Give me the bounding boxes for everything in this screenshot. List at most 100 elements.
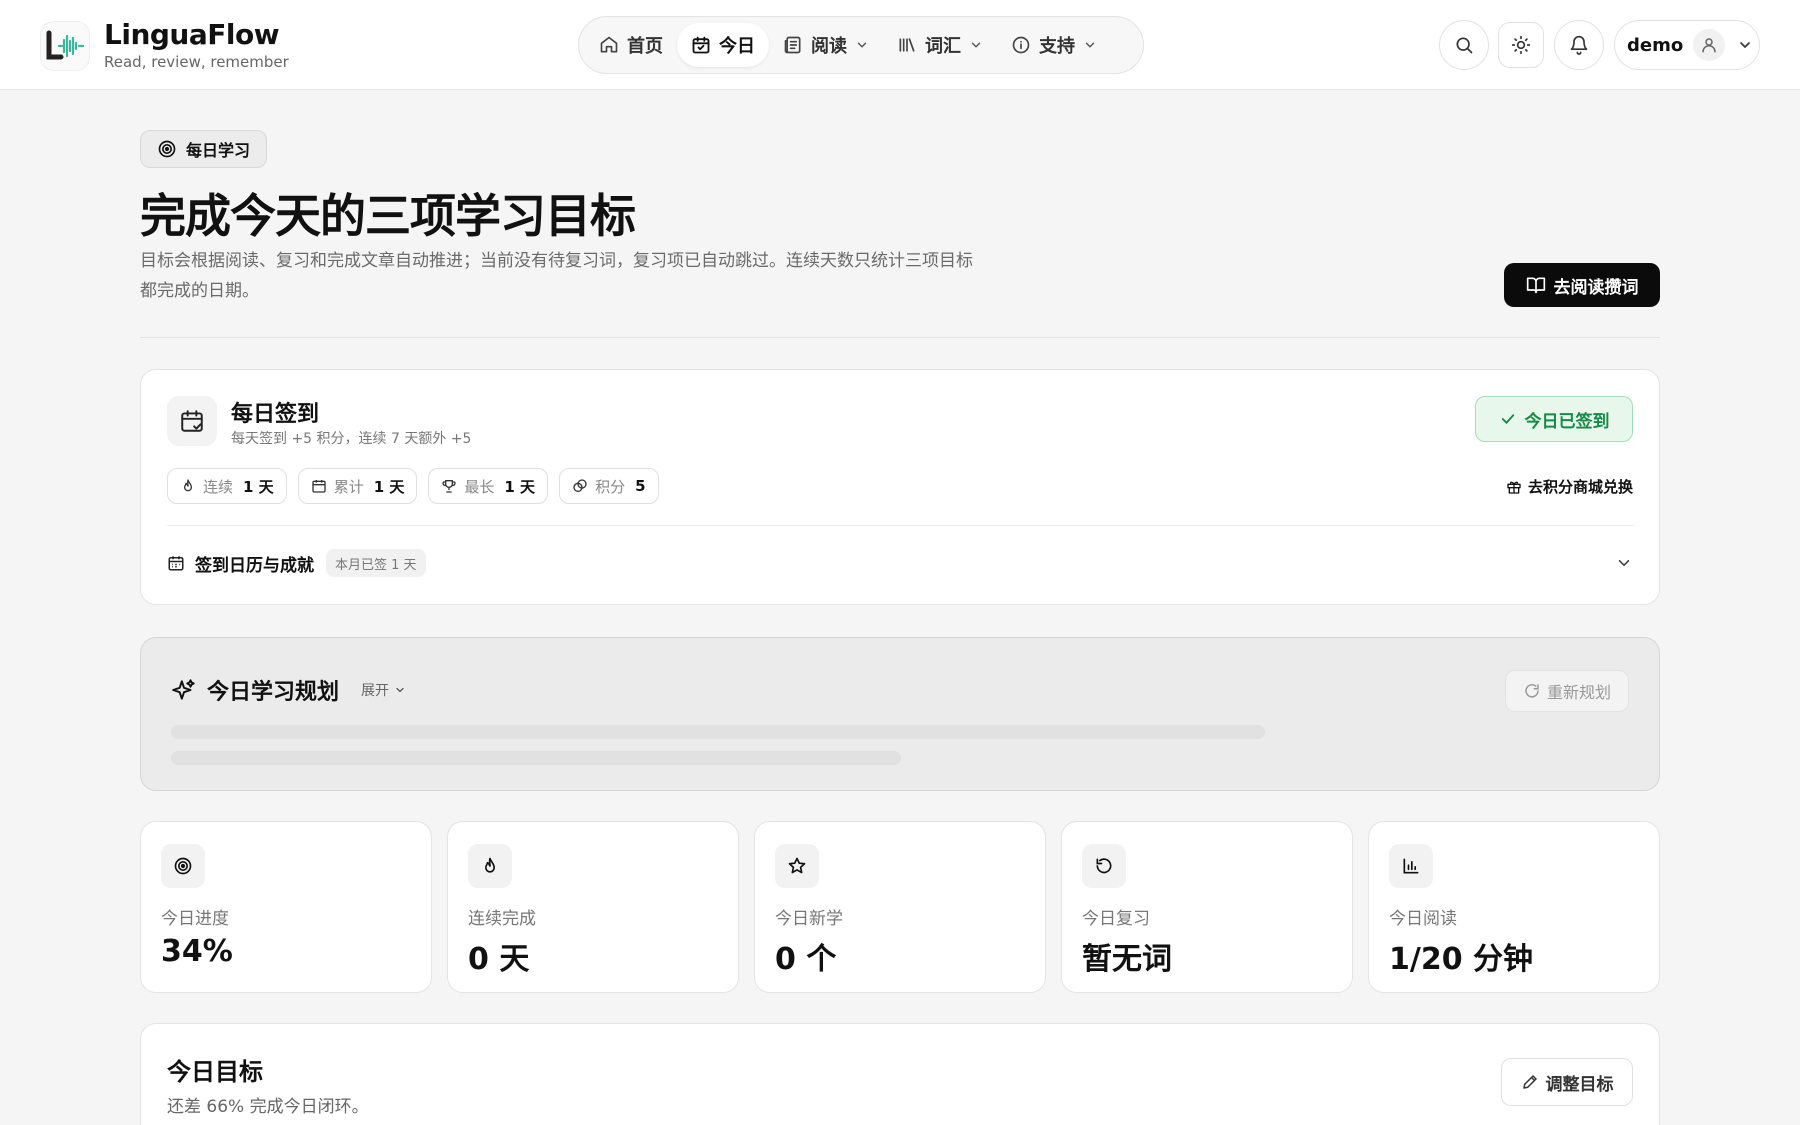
goal-title: 今日目标 xyxy=(167,1058,263,1086)
stat-card-new-words: 今日新学 0 个 xyxy=(754,821,1046,993)
avatar xyxy=(1693,29,1726,61)
stat-label: 今日复习 xyxy=(1082,909,1150,929)
nav-home[interactable]: 首页 xyxy=(585,23,677,67)
stat-label: 连续完成 xyxy=(468,909,536,929)
bar-chart-icon xyxy=(1403,858,1419,874)
checkin-divider xyxy=(167,525,1635,526)
checkin-subtitle: 每天签到 +5 积分，连续 7 天额外 +5 xyxy=(231,431,472,447)
loading-skeleton-line xyxy=(171,751,901,765)
sun-icon xyxy=(1511,35,1531,55)
checkin-icon-box xyxy=(167,396,217,446)
nav-reading[interactable]: 阅读 xyxy=(769,23,883,67)
stat-card-progress: 今日进度 34% xyxy=(140,821,432,993)
page-title: 完成今天的三项学习目标 xyxy=(140,189,636,243)
stat-icon-box xyxy=(161,844,205,888)
stat-value: 0 天 xyxy=(468,942,530,977)
library-icon xyxy=(899,38,915,52)
nav-support[interactable]: 支持 xyxy=(997,23,1111,67)
bell-icon xyxy=(1570,35,1588,55)
theme-toggle-button[interactable] xyxy=(1498,22,1544,68)
stat-label: 今日新学 xyxy=(775,909,843,929)
plan-expand-button[interactable]: 展开 xyxy=(353,676,414,704)
chip-value: 5 xyxy=(635,477,646,495)
calendar-achievements-toggle[interactable]: 签到日历与成就 本月已签 1 天 xyxy=(167,548,1635,578)
streak-chip: 连续 1 天 xyxy=(167,468,287,504)
adjust-goal-button[interactable]: 调整目标 xyxy=(1501,1058,1633,1106)
goal-subtitle: 还差 66% 完成今日闭环。 xyxy=(167,1097,369,1117)
checkin-card: 每日签到 每天签到 +5 积分，连续 7 天额外 +5 今日已签到 连续 1 天… xyxy=(140,369,1660,605)
go-read-label: 去阅读攒词 xyxy=(1553,277,1639,298)
points-chip: 积分 5 xyxy=(559,468,659,504)
chip-label: 连续 xyxy=(203,477,234,496)
chevron-down-icon xyxy=(1618,560,1630,567)
study-plan-card: 今日学习规划 展开 重新规划 xyxy=(140,637,1660,791)
checkin-title: 每日签到 xyxy=(231,402,320,427)
today-goal-card: 今日目标 还差 66% 完成今日闭环。 调整目标 xyxy=(140,1023,1660,1125)
brand[interactable]: LinguaFlow Read, review, remember xyxy=(40,20,289,71)
flame-icon xyxy=(184,479,192,492)
newspaper-icon xyxy=(784,36,801,54)
chevron-down-icon xyxy=(971,42,981,48)
calendar-check-icon xyxy=(181,410,203,432)
book-open-icon xyxy=(1526,277,1545,294)
info-icon xyxy=(1012,36,1030,54)
stat-icon-box xyxy=(1082,844,1126,888)
search-button[interactable] xyxy=(1439,20,1489,70)
check-icon xyxy=(1501,414,1514,425)
page-description: 目标会根据阅读、复习和完成文章自动推进；当前没有待复习词，复习项已自动跳过。连续… xyxy=(140,251,973,301)
target-icon xyxy=(174,857,192,875)
hero-divider xyxy=(140,337,1660,338)
stat-value: 暂无词 xyxy=(1082,942,1172,977)
stat-card-streak: 连续完成 0 天 xyxy=(447,821,739,993)
star-icon xyxy=(788,857,806,874)
nav-support-label: 支持 xyxy=(1039,36,1075,57)
chevron-down-icon xyxy=(1085,42,1095,48)
stat-label: 今日进度 xyxy=(161,909,229,929)
calendar-icon xyxy=(168,556,184,571)
user-icon xyxy=(1702,38,1716,53)
user-name: demo xyxy=(1627,34,1684,56)
stat-label: 今日阅读 xyxy=(1389,909,1457,929)
chip-label: 最长 xyxy=(464,477,495,496)
stat-value: 34% xyxy=(161,934,233,969)
calendar-title: 签到日历与成就 xyxy=(195,555,314,576)
checkin-stats: 连续 1 天 累计 1 天 最长 1 天 积分 5 xyxy=(167,468,670,504)
stat-card-reading: 今日阅读 1/20 分钟 xyxy=(1368,821,1660,993)
sparkles-icon xyxy=(172,679,195,700)
study-plan-title: 今日学习规划 xyxy=(207,680,340,705)
nav-vocabulary-label: 词汇 xyxy=(925,36,961,57)
calendar-icon xyxy=(312,480,326,493)
plan-expand-label: 展开 xyxy=(361,683,390,699)
month-checkin-badge: 本月已签 1 天 xyxy=(326,549,426,577)
replan-button[interactable]: 重新规划 xyxy=(1505,670,1629,712)
longest-chip: 最长 1 天 xyxy=(428,468,549,504)
nav-vocabulary[interactable]: 词汇 xyxy=(883,23,997,67)
total-chip: 累计 1 天 xyxy=(297,468,418,504)
trophy-icon xyxy=(442,480,456,493)
user-menu[interactable]: demo xyxy=(1614,20,1760,70)
gift-icon xyxy=(1507,481,1521,494)
replan-label: 重新规划 xyxy=(1546,683,1611,702)
chevron-down-icon xyxy=(857,42,867,48)
chip-value: 1 天 xyxy=(243,477,274,496)
stat-icon-box xyxy=(775,844,819,888)
main-nav: 首页 今日 阅读 词汇 支持 xyxy=(578,16,1144,74)
stat-icon-box xyxy=(468,844,512,888)
chevron-down-icon xyxy=(1740,42,1751,49)
chip-label: 积分 xyxy=(595,477,626,496)
points-shop-label: 去积分商城兑换 xyxy=(1527,478,1633,496)
stat-card-review: 今日复习 暂无词 xyxy=(1061,821,1353,993)
checked-in-label: 今日已签到 xyxy=(1524,411,1610,432)
loading-skeleton-line xyxy=(171,725,1265,739)
chip-label: 累计 xyxy=(333,477,364,496)
stat-icon-box xyxy=(1389,844,1433,888)
flame-icon xyxy=(485,857,495,873)
points-shop-link[interactable]: 去积分商城兑换 xyxy=(1506,476,1633,497)
nav-today[interactable]: 今日 xyxy=(677,23,769,67)
adjust-goal-label: 调整目标 xyxy=(1545,1074,1614,1095)
go-read-button[interactable]: 去阅读攒词 xyxy=(1504,263,1660,307)
calendar-check-icon xyxy=(692,36,710,54)
notifications-button[interactable] xyxy=(1554,20,1604,70)
badge-label: 每日学习 xyxy=(186,141,251,160)
brand-name: LinguaFlow xyxy=(104,18,280,51)
